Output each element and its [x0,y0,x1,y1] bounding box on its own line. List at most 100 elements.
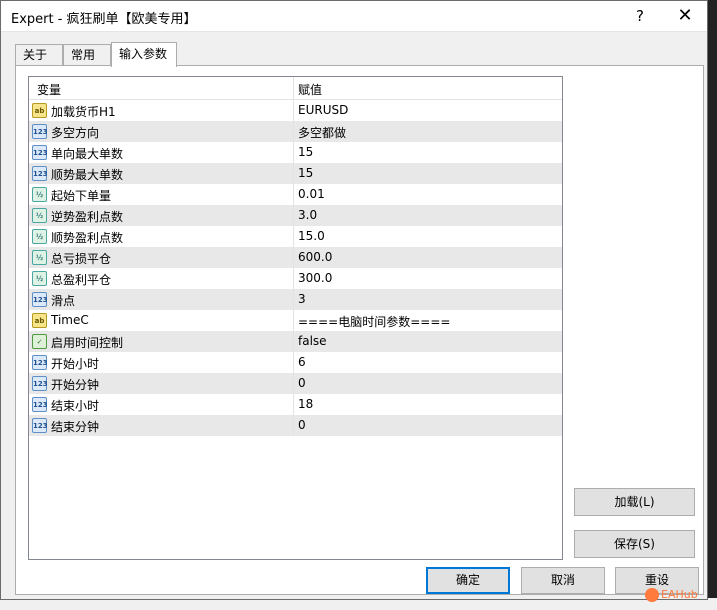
parameter-name: 顺势最大单数 [51,168,124,182]
cancel-button[interactable]: 取消 [521,567,605,594]
int-type-icon: 123 [32,376,48,391]
table-row[interactable]: ½ 起始下单量 0.01 [29,184,562,205]
str-type-icon: ab [32,313,47,328]
int-type-icon: 123 [32,145,48,160]
parameter-name: 滑点 [51,294,76,308]
parameter-value[interactable]: 600.0 [298,250,332,264]
parameter-value[interactable]: 0.01 [298,187,325,201]
table-row[interactable]: 123 滑点 3 [29,289,562,310]
parameter-value[interactable]: 15.0 [298,229,325,243]
parameter-value[interactable]: false [298,334,327,348]
parameter-value[interactable]: ====电脑时间参数==== [298,313,450,330]
parameter-value[interactable]: 3 [298,292,306,306]
parameter-value[interactable]: EURUSD [298,103,348,117]
table-row[interactable]: 123 结束分钟 0 [29,415,562,436]
column-divider [293,100,294,121]
header-variable[interactable]: 变量 [37,81,61,98]
dbl-type-icon: ½ [32,250,47,265]
table-row[interactable]: 123 单向最大单数 15 [29,142,562,163]
tab-common[interactable]: 常用 [63,44,111,65]
int-type-icon: 123 [32,355,48,370]
parameter-value[interactable]: 3.0 [298,208,317,222]
table-row[interactable]: ½ 顺势盈利点数 15.0 [29,226,562,247]
parameter-name: 总亏损平仓 [51,252,112,266]
parameter-name: 多空方向 [51,126,100,140]
column-divider [293,205,294,226]
parameter-name: 总盈利平仓 [51,273,112,287]
grid-header: 变量 赋值 [29,77,562,100]
parameter-value[interactable]: 15 [298,166,313,180]
parameter-name: 结束分钟 [51,420,100,434]
dbl-type-icon: ½ [32,187,47,202]
parameter-value[interactable]: 多空都做 [298,124,346,141]
table-row[interactable]: ½ 总盈利平仓 300.0 [29,268,562,289]
expert-dialog: Expert - 疯狂刷单【欧美专用】 ? ✕ 关于 常用 输入参数 变量 赋值… [0,0,708,600]
tab-about[interactable]: 关于 [15,44,63,65]
parameter-value[interactable]: 0 [298,418,306,432]
table-row[interactable]: 123 结束小时 18 [29,394,562,415]
parameter-name: 加载货币H1 [51,105,116,119]
int-type-icon: 123 [32,292,48,307]
parameter-name: 起始下单量 [51,189,112,203]
table-row[interactable]: 123 开始小时 6 [29,352,562,373]
column-divider [293,373,294,394]
table-row[interactable]: 123 多空方向 多空都做 [29,121,562,142]
bool-type-icon: ✓ [32,334,47,349]
parameter-name: 启用时间控制 [51,336,124,350]
column-divider [293,331,294,352]
load-button[interactable]: 加载(L) [574,488,695,516]
parameter-value[interactable]: 6 [298,355,306,369]
watermark-logo-icon [645,588,659,602]
table-row[interactable]: ½ 逆势盈利点数 3.0 [29,205,562,226]
parameter-name: TimeC [51,313,89,327]
grid-rows: ab 加载货币H1 EURUSD 123 多空方向 多空都做 123 单向最大单数 15 123 顺… [29,100,562,436]
column-divider [293,184,294,205]
table-row[interactable]: ✓ 启用时间控制 false [29,331,562,352]
table-row[interactable]: 123 开始分钟 0 [29,373,562,394]
background-chart-right [707,0,717,610]
parameter-name: 开始小时 [51,357,100,371]
column-divider [293,394,294,415]
parameter-value[interactable]: 18 [298,397,313,411]
tab-input-parameters[interactable]: 输入参数 [111,42,177,67]
column-divider [293,163,294,184]
column-divider [293,142,294,163]
int-type-icon: 123 [32,397,48,412]
table-row[interactable]: ½ 总亏损平仓 600.0 [29,247,562,268]
header-divider [293,77,294,99]
watermark-text: EAHub [661,588,698,601]
dbl-type-icon: ½ [32,271,47,286]
column-divider [293,352,294,373]
table-row[interactable]: ab 加载货币H1 EURUSD [29,100,562,121]
column-divider [293,289,294,310]
column-divider [293,121,294,142]
int-type-icon: 123 [32,166,48,181]
help-button[interactable]: ? [618,1,662,31]
int-type-icon: 123 [32,418,48,433]
column-divider [293,268,294,289]
dbl-type-icon: ½ [32,208,47,223]
watermark: EAHub [645,585,710,605]
parameter-name: 结束小时 [51,399,100,413]
dbl-type-icon: ½ [32,229,47,244]
column-divider [293,226,294,247]
table-row[interactable]: 123 顺势最大单数 15 [29,163,562,184]
column-divider [293,310,294,331]
parameter-name: 逆势盈利点数 [51,210,124,224]
title-bar: Expert - 疯狂刷单【欧美专用】 ? ✕ [1,1,707,32]
table-row[interactable]: ab TimeC ====电脑时间参数==== [29,310,562,331]
parameter-value[interactable]: 300.0 [298,271,332,285]
close-button[interactable]: ✕ [663,1,707,31]
parameter-name: 开始分钟 [51,378,100,392]
parameter-name: 顺势盈利点数 [51,231,124,245]
tab-panel: 变量 赋值 ab 加载货币H1 EURUSD 123 多空方向 多空都做 123 单向最大单数… [15,65,704,595]
parameter-value[interactable]: 15 [298,145,313,159]
str-type-icon: ab [32,103,47,118]
ok-button[interactable]: 确定 [426,567,510,594]
window-title: Expert - 疯狂刷单【欧美专用】 [11,12,197,27]
parameter-value[interactable]: 0 [298,376,306,390]
save-button[interactable]: 保存(S) [574,530,695,558]
parameters-grid: 变量 赋值 ab 加载货币H1 EURUSD 123 多空方向 多空都做 123 单向最大单数… [28,76,563,560]
column-divider [293,415,294,436]
header-value[interactable]: 赋值 [298,81,322,98]
